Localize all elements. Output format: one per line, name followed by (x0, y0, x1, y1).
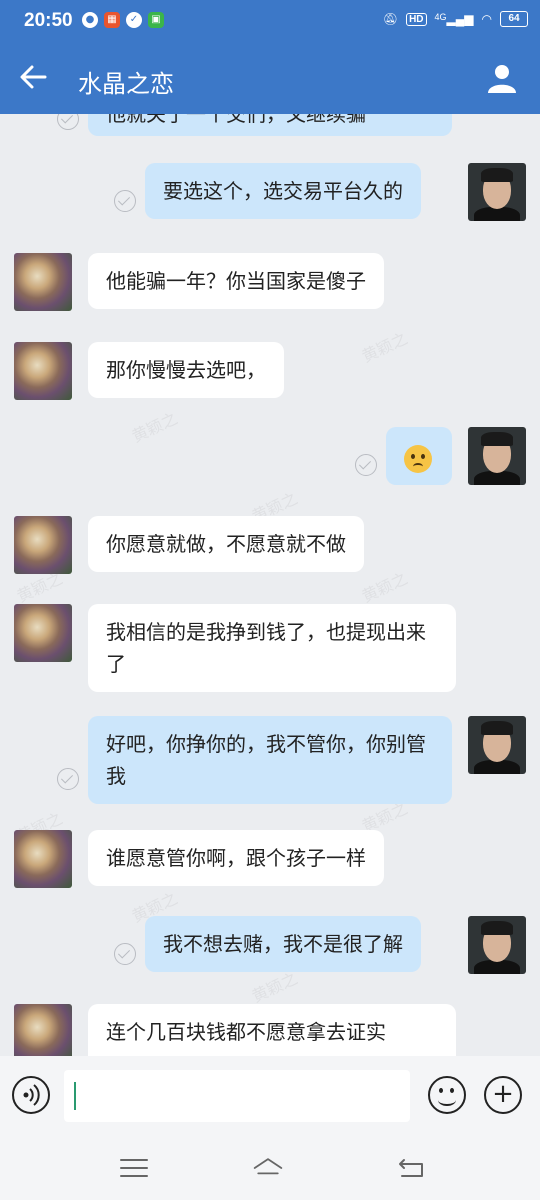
message-outgoing: 要选这个，选交易平台久的 (0, 163, 540, 223)
contact-avatar[interactable] (14, 516, 72, 574)
menu-icon[interactable] (118, 1154, 150, 1182)
contact-avatar[interactable] (14, 830, 72, 888)
back-arrow-icon[interactable] (18, 62, 48, 92)
message-outgoing: 好吧，你挣你的，我不管你，你别管我 (0, 716, 540, 806)
message-bubble[interactable]: 他能骗一年？你当国家是傻子 (88, 253, 384, 309)
battery-icon: 64 (500, 11, 528, 27)
system-navigation-bar (0, 1136, 540, 1200)
status-indicators: 🔕︎ HD 4G▂▄▆ ◠ 64 (383, 11, 528, 27)
my-avatar[interactable] (468, 716, 526, 774)
message-bubble[interactable]: 谁愿意管你啊，跟个孩子一样 (88, 830, 384, 886)
message-bubble[interactable]: 你愿意就做，不愿意就不做 (88, 516, 364, 572)
message-bubble[interactable]: 连个几百块钱都不愿意拿去证实 (88, 1004, 456, 1056)
signal-icon: 4G▂▄▆ (434, 12, 474, 26)
message-bubble[interactable]: 那你慢慢去选吧， (88, 342, 284, 398)
contact-avatar[interactable] (14, 253, 72, 311)
read-receipt-icon (114, 943, 136, 965)
read-receipt-icon (355, 454, 377, 476)
voice-input-button[interactable] (12, 1076, 50, 1114)
app-notification-icon: ▦ (104, 12, 120, 28)
wechat-notification-icon: ▣ (148, 12, 164, 28)
my-avatar[interactable] (468, 916, 526, 974)
contact-avatar[interactable] (14, 1004, 72, 1056)
emoji-button[interactable] (428, 1076, 466, 1114)
message-input-bar: + (0, 1056, 540, 1136)
message-outgoing (0, 427, 540, 487)
message-outgoing: 我不想去赌，我不是很了解 (0, 916, 540, 976)
back-nav-icon[interactable] (396, 1154, 428, 1182)
my-avatar[interactable] (468, 163, 526, 221)
worried-face-emoji-icon (404, 444, 432, 473)
message-incoming: 谁愿意管你啊，跟个孩子一样 (0, 830, 540, 890)
message-incoming: 连个几百块钱都不愿意拿去证实 (0, 1004, 540, 1056)
message-bubble[interactable]: 我不想去赌，我不是很了解 (145, 916, 421, 972)
wifi-icon: ◠ (481, 12, 492, 26)
message-bubble[interactable]: 他就关了一个交们，又继续骗 (88, 114, 452, 136)
chat-title: 水晶之恋 (78, 70, 174, 98)
voice-icon (23, 1084, 40, 1106)
message-incoming: 你愿意就做，不愿意就不做 (0, 516, 540, 576)
contact-avatar[interactable] (14, 604, 72, 662)
message-bubble[interactable]: 我相信的是我挣到钱了，也提现出来了 (88, 604, 456, 692)
message-incoming: 他能骗一年？你当国家是傻子 (0, 253, 540, 313)
home-icon[interactable] (252, 1154, 284, 1182)
message-outgoing: 他就关了一个交们，又继续骗 (0, 114, 540, 136)
mute-icon: 🔕︎ (382, 12, 399, 26)
read-receipt-icon (114, 190, 136, 212)
message-incoming: 那你慢慢去选吧， (0, 342, 540, 402)
status-time: 20:50 (24, 10, 73, 31)
status-notification-icons: ● ▦ ✓ ▣ (82, 12, 164, 28)
message-bubble[interactable]: 要选这个，选交易平台久的 (145, 163, 421, 219)
message-bubble[interactable] (386, 427, 452, 485)
compass-notification-icon: ✓ (126, 12, 142, 28)
message-input[interactable] (64, 1070, 410, 1122)
hd-badge: HD (406, 12, 427, 26)
more-options-button[interactable]: + (484, 1076, 522, 1114)
read-receipt-icon (57, 114, 79, 130)
status-bar: 20:50 ● ▦ ✓ ▣ 🔕︎ HD 4G▂▄▆ ◠ 64 (0, 0, 540, 44)
message-bubble[interactable]: 好吧，你挣你的，我不管你，你别管我 (88, 716, 452, 804)
text-cursor (74, 1082, 76, 1110)
message-incoming: 我相信的是我挣到钱了，也提现出来了 (0, 604, 540, 694)
profile-icon[interactable] (486, 62, 518, 94)
message-notification-icon: ● (82, 12, 98, 28)
read-receipt-icon (57, 768, 79, 790)
contact-avatar[interactable] (14, 342, 72, 400)
my-avatar[interactable] (468, 427, 526, 485)
chat-message-list[interactable]: 黄颖之 黄颖之 黄颖之 黄颖之 黄颖之 黄颖之 黄颖之 黄颖之 黄颖之 他就关了… (0, 114, 540, 1056)
chat-header: 水晶之恋 (0, 44, 540, 114)
